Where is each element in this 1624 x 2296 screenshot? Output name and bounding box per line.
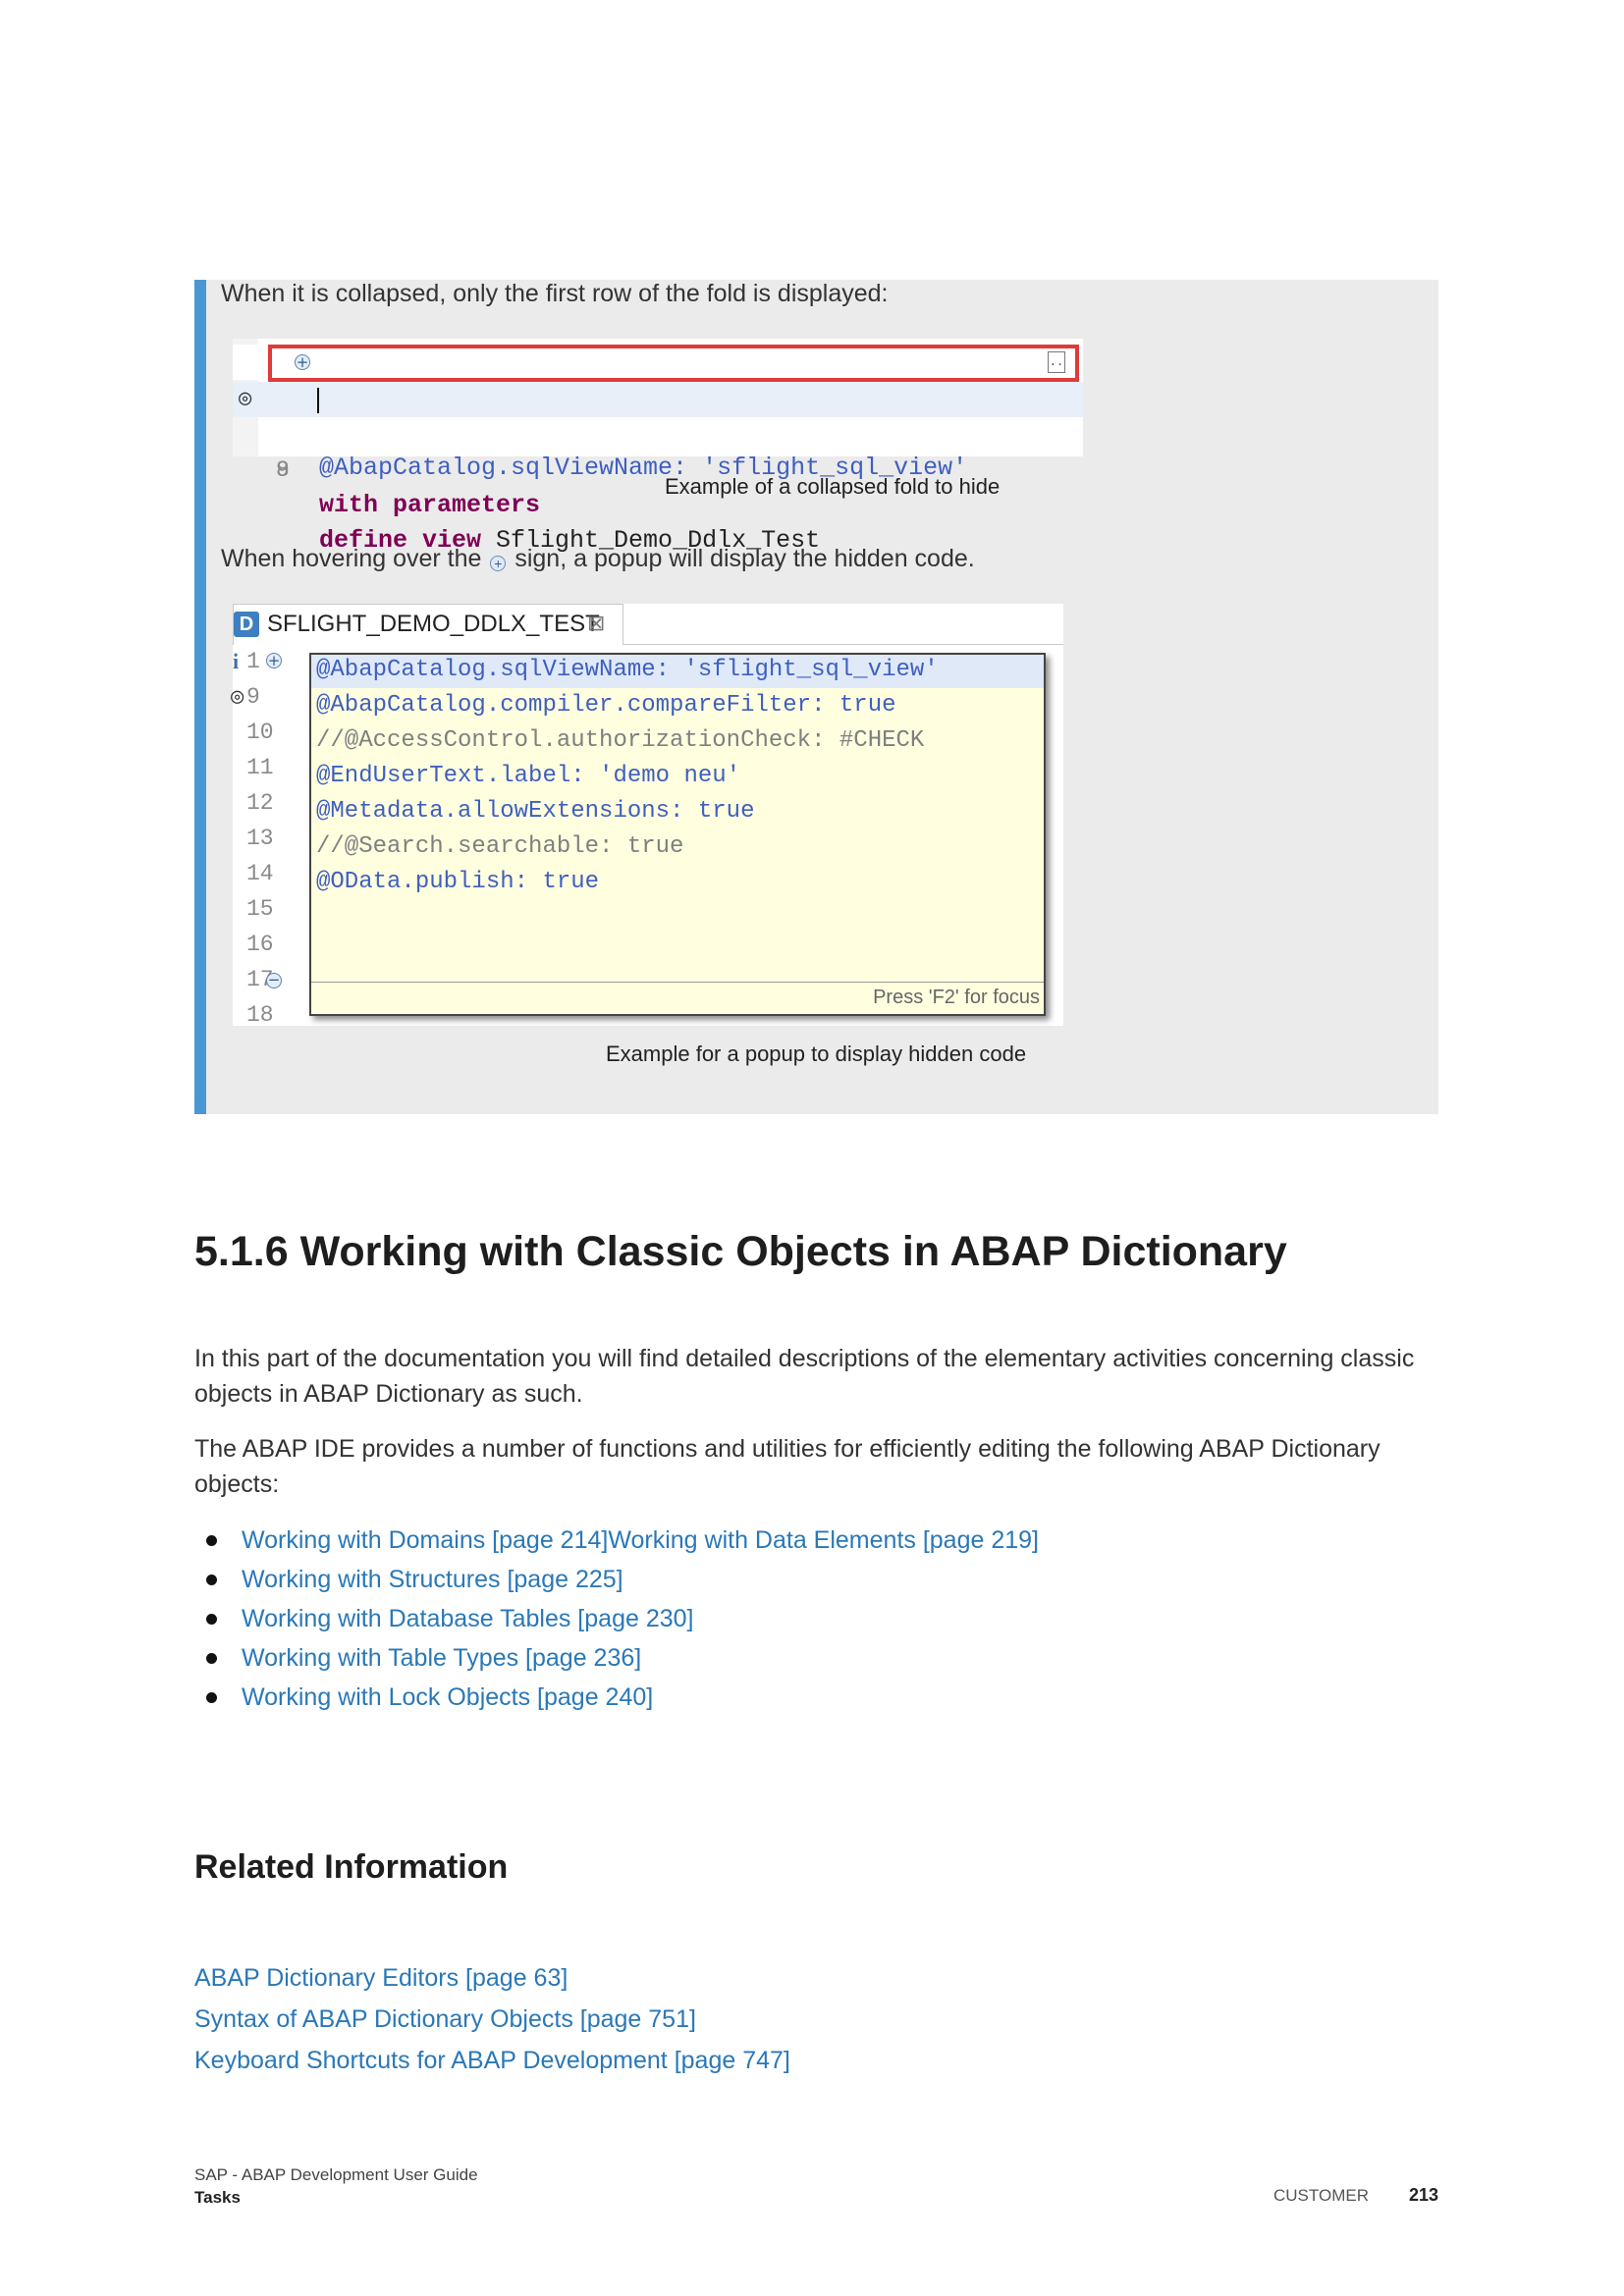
popup-code-line: @EndUserText.label: 'demo neu': [316, 763, 741, 789]
collapse-fold-icon[interactable]: −: [266, 973, 282, 988]
link-table-types[interactable]: Working with Table Types [page 236]: [242, 1644, 641, 1672]
link-database-tables[interactable]: Working with Database Tables [page 230]: [242, 1605, 693, 1632]
ddl-source-icon: D: [234, 612, 259, 637]
popup-code-line: @Metadata.allowExtensions: true: [316, 798, 755, 825]
link-syntax-dictionary-objects[interactable]: Syntax of ABAP Dictionary Objects [page …: [194, 1999, 790, 2040]
figure-caption-popup: Example for a popup to display hidden co…: [606, 1041, 1027, 1066]
list-item: Working with Domains [page 214]Working w…: [194, 1521, 1039, 1560]
close-icon[interactable]: ⊠: [587, 611, 605, 636]
expand-fold-icon[interactable]: +: [266, 653, 282, 668]
hover-text-start: When hovering over the: [221, 545, 482, 572]
line-number: 15: [246, 896, 274, 922]
line-number: 10: [246, 720, 274, 745]
line-number: 18: [246, 1002, 274, 1024]
collapsed-fold-code-example: 1 + @AbapCatalog.sqlViewName: 'sflight_s…: [233, 339, 1083, 555]
list-item: Working with Structures [page 225]: [194, 1560, 1039, 1599]
code-line-9: 9 with parameters: [233, 417, 1083, 519]
line-number: 16: [246, 932, 274, 957]
page-number: 213: [1409, 2185, 1439, 2205]
popup-code-line: //@AccessControl.authorizationCheck: #CH…: [316, 727, 925, 754]
section-heading: 5.1.6 Working with Classic Objects in AB…: [194, 1228, 1287, 1275]
code-keyword: with parameters: [319, 491, 541, 519]
marker-icon: ◎: [239, 387, 252, 411]
highlight-box: [268, 345, 1079, 382]
line-number: 13: [246, 826, 274, 851]
line-number: 11: [246, 755, 274, 780]
line-number: 9: [276, 457, 290, 483]
line-number: 9: [246, 684, 260, 710]
dictionary-objects-list: Working with Domains [page 214]Working w…: [194, 1521, 1039, 1717]
functions-paragraph: The ABAP IDE provides a number of functi…: [194, 1435, 1380, 1498]
page-footer: SAP - ABAP Development User Guide Tasks: [194, 2163, 478, 2209]
related-links: ABAP Dictionary Editors [page 63] Syntax…: [194, 1957, 790, 2081]
bullet-icon: [206, 1653, 217, 1664]
code-line-8: ◎ 8 define view Sflight_Demo_Ddlx_Test: [233, 382, 1083, 555]
footer-chapter: Tasks: [194, 2188, 241, 2207]
bullet-icon: [206, 1614, 217, 1625]
bullet-icon: [206, 1575, 217, 1585]
list-item: Working with Table Types [page 236]: [194, 1638, 1039, 1678]
editor-body: i ◎ 1 + 9 10 11 12 13 14 15 16 17 − 18 @…: [231, 645, 1063, 1026]
link-dictionary-editors[interactable]: ABAP Dictionary Editors [page 63]: [194, 1957, 790, 1999]
footer-classification: CUSTOMER: [1273, 2186, 1369, 2205]
popup-footer: Press 'F2' for focus: [311, 982, 1044, 1014]
link-domains-data-elements[interactable]: Working with Domains [page 214]Working w…: [242, 1526, 1039, 1554]
popup-code-line: @AbapCatalog.compiler.compareFilter: tru…: [316, 692, 896, 719]
link-keyboard-shortcuts[interactable]: Keyboard Shortcuts for ABAP Development …: [194, 2040, 790, 2081]
plus-sign-icon: +: [490, 556, 507, 571]
editor-tab-label: SFLIGHT_DEMO_DDLX_TEST: [267, 611, 600, 637]
bullet-icon: [206, 1692, 217, 1703]
link-structures[interactable]: Working with Structures [page 225]: [242, 1566, 623, 1593]
hover-text-end: sign, a popup will display the hidden co…: [514, 545, 975, 572]
bullet-icon: [206, 1535, 217, 1546]
popup-code-line: @AbapCatalog.sqlViewName: 'sflight_sql_v…: [316, 657, 939, 683]
info-icon: i: [233, 649, 240, 673]
note-box: When it is collapsed, only the first row…: [194, 280, 1438, 1114]
popup-code-line: //@Search.searchable: true: [316, 833, 684, 860]
popup-focus-hint: Press 'F2' for focus: [873, 987, 1040, 1008]
link-lock-objects[interactable]: Working with Lock Objects [page 240]: [242, 1683, 653, 1711]
related-information-heading: Related Information: [194, 1848, 509, 1886]
line-number: 12: [246, 790, 274, 816]
text-cursor: [317, 388, 319, 413]
popup-code-example: D SFLIGHT_DEMO_DDLX_TEST ⊠ i ◎ 1 + 9 10 …: [231, 604, 1063, 1026]
line-number: 1: [246, 649, 260, 674]
line-number: 14: [246, 861, 274, 886]
marker-icon: ◎: [231, 685, 244, 710]
collapsed-description: When it is collapsed, only the first row…: [221, 280, 889, 307]
figure-caption-collapsed: Example of a collapsed fold to hide: [665, 474, 1001, 499]
intro-paragraph: In this part of the documentation you wi…: [194, 1345, 1415, 1408]
popup-code-line: @OData.publish: true: [316, 869, 600, 895]
editor-tab[interactable]: D SFLIGHT_DEMO_DDLX_TEST ⊠: [233, 604, 623, 645]
list-item: Working with Database Tables [page 230]: [194, 1599, 1039, 1638]
hover-description: When hovering over the + sign, a popup w…: [221, 545, 975, 573]
hidden-code-popup[interactable]: @AbapCatalog.sqlViewName: 'sflight_sql_v…: [309, 653, 1046, 1016]
footer-doc-title: SAP - ABAP Development User Guide: [194, 2165, 478, 2184]
list-item: Working with Lock Objects [page 240]: [194, 1678, 1039, 1717]
